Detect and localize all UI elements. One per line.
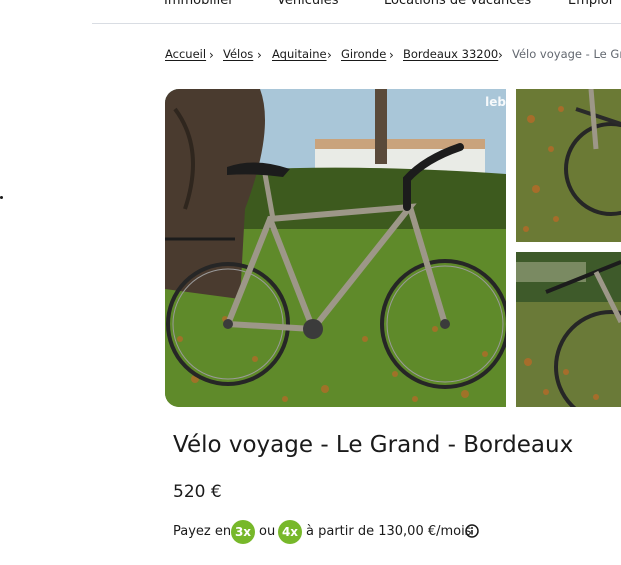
chevron-right-icon: ›	[257, 48, 262, 62]
nav-item-immobilier[interactable]: Immobilier	[164, 0, 234, 8]
payment-3x-badge[interactable]: 3x	[231, 520, 255, 544]
nav-item-vehicules[interactable]: Véhicules	[277, 0, 339, 8]
breadcrumb-link-gironde[interactable]: Gironde	[341, 47, 386, 61]
payment-suffix: à partir de 130,00 €/mois	[306, 524, 472, 539]
side-dot	[0, 196, 3, 199]
breadcrumb-link-accueil[interactable]: Accueil	[165, 47, 206, 61]
nav-item-emploi[interactable]: Emploi	[568, 0, 612, 8]
nav-item-locations-vacances[interactable]: Locations de vacances	[384, 0, 531, 8]
thumbnail-photo[interactable]	[516, 252, 621, 407]
breadcrumb-current: Vélo voyage - Le Gra	[512, 47, 621, 61]
listing-price: 520 €	[173, 482, 222, 502]
main-photo[interactable]: leb	[165, 89, 506, 407]
info-icon[interactable]	[465, 524, 479, 542]
photo-watermark: leb	[485, 95, 506, 109]
payment-or-text: ou	[259, 524, 276, 539]
listing-title: Vélo voyage - Le Grand - Bordeaux	[173, 432, 574, 458]
chevron-right-icon: ›	[209, 48, 214, 62]
breadcrumb-link-velos[interactable]: Vélos	[223, 47, 253, 61]
payment-4x-badge[interactable]: 4x	[278, 520, 302, 544]
breadcrumb-link-aquitaine[interactable]: Aquitaine	[272, 47, 327, 61]
top-navigation: Immobilier Véhicules Locations de vacanc…	[92, 0, 621, 24]
breadcrumb-link-bordeaux[interactable]: Bordeaux 33200	[403, 47, 498, 61]
chevron-right-icon: ›	[389, 48, 394, 62]
payment-prefix: Payez en	[173, 524, 232, 539]
chevron-right-icon: ›	[498, 48, 503, 62]
chevron-right-icon: ›	[327, 48, 332, 62]
thumbnail-photo[interactable]	[516, 89, 621, 242]
